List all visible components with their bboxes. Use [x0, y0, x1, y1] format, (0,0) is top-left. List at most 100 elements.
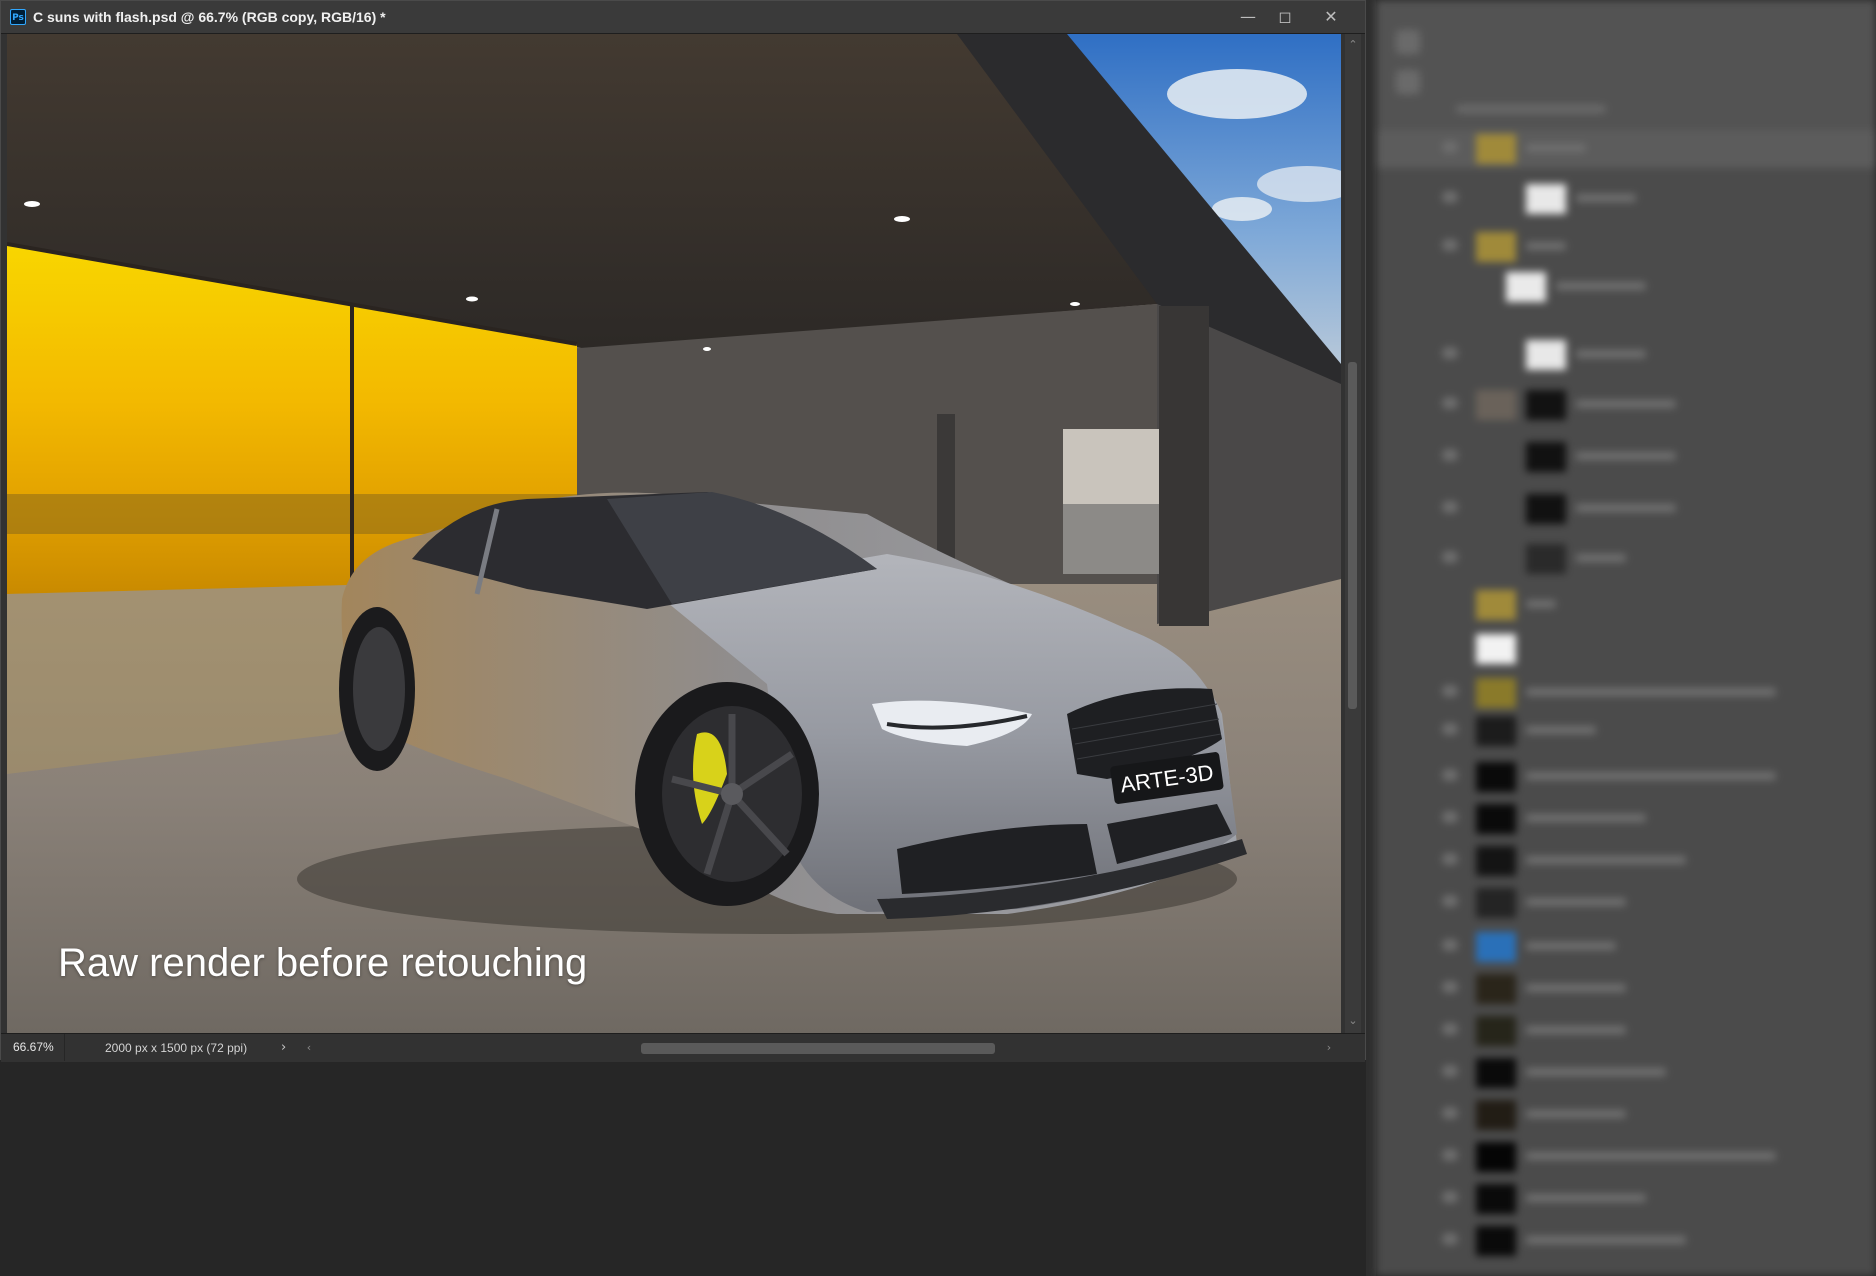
- visibility-icon[interactable]: [1442, 895, 1458, 907]
- layer-thumbnail: [1476, 1016, 1516, 1046]
- document-title: C suns with flash.psd @ 66.7% (RGB copy,…: [33, 9, 386, 25]
- layer-name: [1526, 1236, 1686, 1244]
- layer-thumbnail: [1476, 1184, 1516, 1214]
- layer-thumbnail: [1476, 134, 1516, 164]
- layer-thumbnail: [1506, 272, 1546, 302]
- layer-row[interactable]: [1376, 1012, 1876, 1050]
- horizontal-scrollbar[interactable]: ‹ ›: [301, 1040, 1341, 1056]
- layer-row[interactable]: [1376, 970, 1876, 1008]
- image-caption: Raw render before retouching: [58, 941, 588, 985]
- vertical-scrollbar[interactable]: ⌃ ⌄: [1345, 34, 1361, 1033]
- visibility-icon[interactable]: [1442, 1191, 1458, 1203]
- layer-row[interactable]: [1376, 1222, 1876, 1260]
- visibility-icon[interactable]: [1442, 191, 1458, 203]
- vertical-scroll-thumb[interactable]: [1348, 362, 1357, 709]
- layer-row[interactable]: [1376, 438, 1876, 476]
- document-title-bar[interactable]: Ps C suns with flash.psd @ 66.7% (RGB co…: [1, 1, 1365, 34]
- layer-row[interactable]: [1376, 674, 1876, 712]
- visibility-icon[interactable]: [1442, 723, 1458, 735]
- layer-name: [1576, 194, 1636, 202]
- scroll-left-arrow-icon[interactable]: ‹: [301, 1041, 317, 1055]
- layer-thumbnail: [1476, 1226, 1516, 1256]
- visibility-icon[interactable]: [1442, 1107, 1458, 1119]
- layer-name: [1576, 554, 1626, 562]
- visibility-icon[interactable]: [1442, 769, 1458, 781]
- layer-row[interactable]: [1376, 884, 1876, 922]
- zoom-level-field[interactable]: 66.67%: [1, 1034, 65, 1061]
- layer-thumbnail: [1476, 762, 1516, 792]
- status-menu-arrow-icon[interactable]: ›: [281, 1034, 286, 1061]
- visibility-icon[interactable]: [1442, 449, 1458, 461]
- layer-row[interactable]: [1376, 842, 1876, 880]
- layer-row[interactable]: [1376, 268, 1876, 306]
- layer-row[interactable]: [1376, 630, 1876, 668]
- layer-name: [1526, 898, 1626, 906]
- scroll-right-arrow-icon[interactable]: ›: [1321, 1041, 1337, 1055]
- visibility-icon[interactable]: [1442, 397, 1458, 409]
- scroll-down-arrow-icon[interactable]: ⌄: [1345, 1014, 1361, 1028]
- layer-row[interactable]: [1376, 1096, 1876, 1134]
- horizontal-scroll-thumb[interactable]: [641, 1043, 995, 1054]
- layer-row[interactable]: [1376, 586, 1876, 624]
- layer-name: [1526, 144, 1586, 152]
- layer-row[interactable]: [1376, 228, 1876, 266]
- visibility-icon[interactable]: [1442, 981, 1458, 993]
- visibility-icon[interactable]: [1442, 939, 1458, 951]
- layer-row[interactable]: [1376, 336, 1876, 374]
- close-button[interactable]: ✕: [1313, 1, 1349, 33]
- layer-thumbnail: [1476, 804, 1516, 834]
- visibility-icon[interactable]: [1442, 1233, 1458, 1245]
- layer-row[interactable]: [1376, 540, 1876, 578]
- layer-row[interactable]: [1376, 1138, 1876, 1176]
- panel-tool-icon[interactable]: [1396, 70, 1420, 94]
- layer-name: [1526, 242, 1566, 250]
- visibility-icon[interactable]: [1442, 1149, 1458, 1161]
- layer-row[interactable]: [1376, 490, 1876, 528]
- layer-row[interactable]: [1376, 928, 1876, 966]
- layer-row[interactable]: [1376, 712, 1876, 750]
- layer-thumbnail: [1476, 1100, 1516, 1130]
- visibility-icon[interactable]: [1442, 551, 1458, 563]
- visibility-icon[interactable]: [1442, 811, 1458, 823]
- layers-panel: [1376, 0, 1876, 1276]
- minimize-button[interactable]: —: [1230, 1, 1266, 33]
- layer-thumbnail: [1476, 590, 1516, 620]
- visibility-icon[interactable]: [1442, 501, 1458, 513]
- visibility-icon[interactable]: [1442, 347, 1458, 359]
- layer-thumbnail: [1476, 634, 1516, 664]
- layer-row[interactable]: [1376, 1180, 1876, 1218]
- layer-row[interactable]: [1376, 180, 1876, 218]
- visibility-icon[interactable]: [1442, 239, 1458, 251]
- layer-name: [1556, 282, 1646, 290]
- layer-thumbnail: [1476, 1058, 1516, 1088]
- layer-thumbnail: [1476, 888, 1516, 918]
- document-window: Ps C suns with flash.psd @ 66.7% (RGB co…: [0, 0, 1366, 1062]
- layer-name: [1526, 814, 1646, 822]
- layer-filter-icons[interactable]: [1456, 105, 1606, 113]
- layer-row[interactable]: [1376, 386, 1876, 424]
- layer-row[interactable]: [1376, 758, 1876, 796]
- visibility-icon[interactable]: [1442, 685, 1458, 697]
- visibility-icon[interactable]: [1442, 1023, 1458, 1035]
- layer-row[interactable]: [1376, 800, 1876, 838]
- visibility-icon[interactable]: [1442, 1065, 1458, 1077]
- document-info: 2000 px x 1500 px (72 ppi): [105, 1041, 248, 1055]
- layer-thumbnail: [1476, 932, 1516, 962]
- layer-row[interactable]: [1376, 1054, 1876, 1092]
- layer-thumbnail: [1526, 340, 1566, 370]
- layer-name: [1576, 400, 1676, 408]
- visibility-icon[interactable]: [1442, 141, 1458, 153]
- layer-thumbnail: [1526, 442, 1566, 472]
- layer-thumbnail: [1526, 544, 1566, 574]
- photoshop-icon: Ps: [10, 9, 26, 25]
- layer-row[interactable]: [1376, 130, 1876, 168]
- panel-divider[interactable]: [1366, 0, 1376, 1276]
- maximize-button[interactable]: ◻: [1267, 1, 1303, 33]
- visibility-icon[interactable]: [1442, 853, 1458, 865]
- layer-thumbnail: [1526, 184, 1566, 214]
- image-canvas[interactable]: ARTE-3D Raw render before retouching: [7, 34, 1341, 1033]
- layer-thumbnail: [1476, 1142, 1516, 1172]
- layer-thumbnail: [1526, 494, 1566, 524]
- scroll-up-arrow-icon[interactable]: ⌃: [1345, 38, 1361, 52]
- panel-tool-icon[interactable]: [1396, 30, 1420, 54]
